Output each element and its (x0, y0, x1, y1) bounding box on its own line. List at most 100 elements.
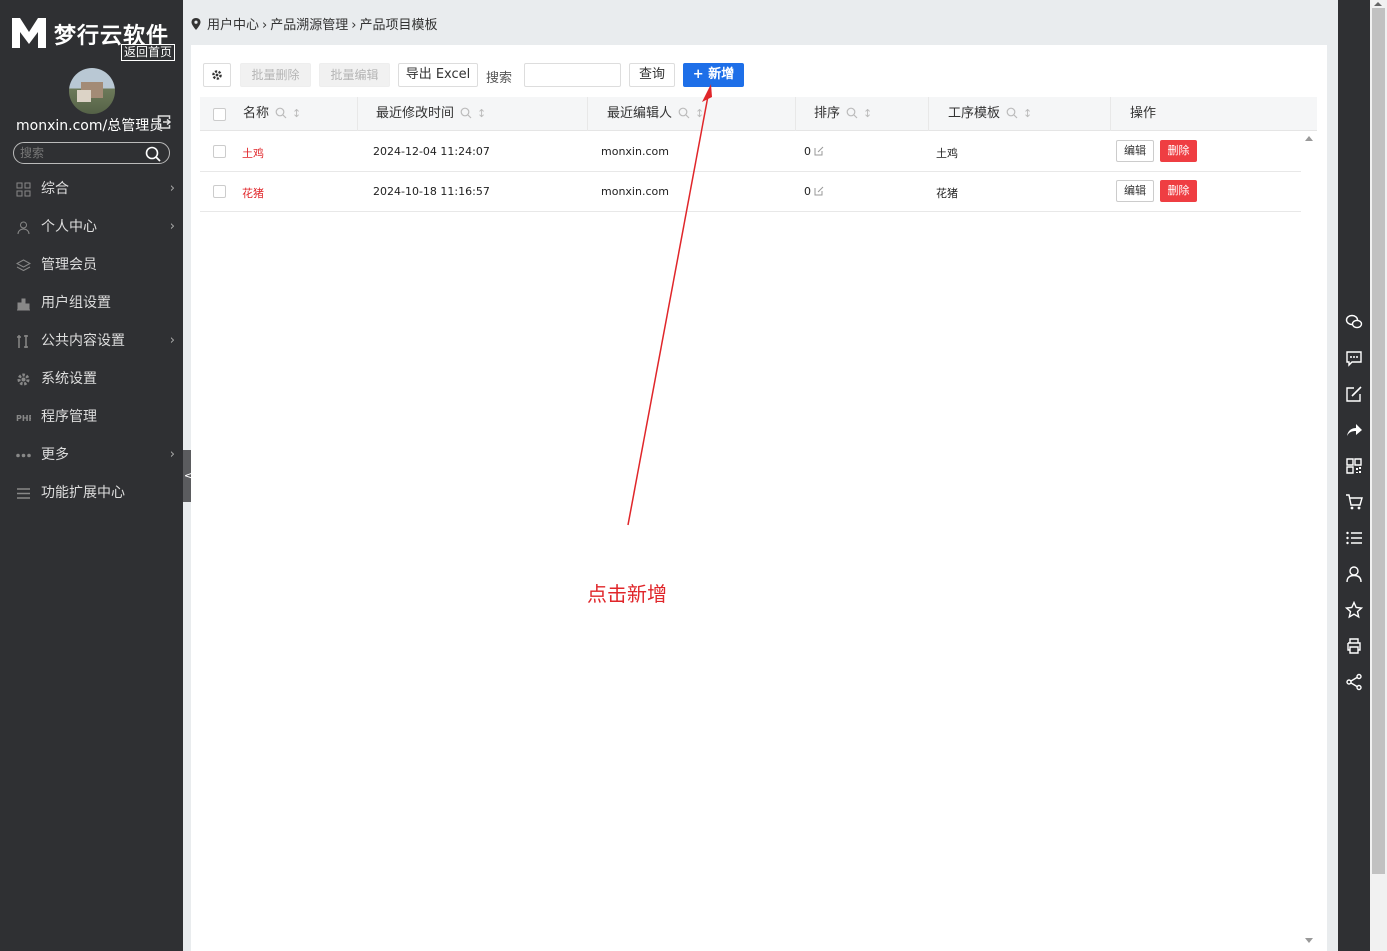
sidebar-item[interactable]: 个人中心 › (0, 208, 183, 246)
logo-m-icon (12, 18, 46, 48)
svg-text:PHP: PHP (16, 414, 31, 423)
scrollbar-thumb[interactable] (1372, 8, 1385, 874)
row-template: 花猪 (936, 187, 958, 200)
delete-button[interactable]: 删除 (1160, 140, 1197, 162)
row-sort[interactable]: 0 (804, 145, 824, 158)
column-name[interactable]: 名称 ↕ (243, 97, 301, 131)
column-template[interactable]: 工序模板 ↕ (948, 97, 1032, 131)
edit-button[interactable]: 编辑 (1116, 140, 1154, 162)
breadcrumb-separator: › (262, 18, 268, 33)
sort-icon[interactable]: ↕ (1023, 97, 1032, 131)
row-name-link[interactable]: 花猪 (242, 185, 264, 201)
edit-icon[interactable] (814, 146, 824, 156)
row-sort[interactable]: 0 (804, 185, 824, 198)
search-input[interactable] (524, 63, 621, 87)
search-icon[interactable] (145, 146, 161, 162)
table-row: 土鸡 2024-12-04 11:24:07 monxin.com 0 土鸡 编辑 删除 (200, 132, 1301, 172)
row-checkbox[interactable] (213, 145, 226, 158)
select-all-checkbox[interactable] (213, 108, 226, 121)
search-icon[interactable] (678, 107, 690, 119)
qrcode-icon[interactable] (1345, 457, 1363, 475)
annotation-text: 点击新增 (587, 582, 667, 606)
delete-button[interactable]: 删除 (1160, 180, 1197, 202)
breadcrumb-trace-management[interactable]: 产品溯源管理 (270, 18, 348, 33)
table-header: 名称 ↕ 最近修改时间 ↕ 最近编辑人 ↕ 排序 ↕ 工序模板 ↕ 操作 (200, 97, 1317, 131)
logo[interactable]: 梦行云软件 返回首页 (10, 14, 176, 62)
breadcrumb-user-center[interactable]: 用户中心 (207, 18, 259, 33)
batch-delete-button[interactable]: 批量删除 (240, 63, 311, 87)
row-checkbox[interactable] (213, 185, 226, 198)
location-pin-icon (191, 18, 201, 30)
sidebar-item-label: 个人中心 (41, 219, 97, 235)
php-icon: PHP (16, 414, 31, 423)
sidebar-item[interactable]: 更多 › (0, 436, 183, 474)
row-name-link[interactable]: 土鸡 (242, 145, 264, 161)
user-icon[interactable] (1345, 565, 1363, 583)
search-icon[interactable] (846, 107, 858, 119)
column-actions: 操作 (1130, 106, 1157, 121)
column-divider (1110, 97, 1111, 131)
sidebar-search-input[interactable] (18, 144, 138, 162)
sidebar-item[interactable]: 功能扩展中心 (0, 474, 183, 512)
home-link[interactable]: 返回首页 (121, 44, 176, 61)
share-icon[interactable] (1345, 673, 1363, 691)
search-icon[interactable] (460, 107, 472, 119)
sidebar-menu: 综合 › 个人中心 › 管理会员用户组设置公共内容设置 › 系统设置 PHP 程序管理更多 › 功能… (0, 170, 183, 512)
sort-icon[interactable]: ↕ (292, 97, 301, 131)
sidebar-item-label: 更多 (41, 447, 69, 463)
search-icon[interactable] (275, 107, 287, 119)
row-editor: monxin.com (601, 185, 669, 198)
chevron-right-icon: › (169, 447, 175, 462)
sidebar-item[interactable]: PHP 程序管理 (0, 398, 183, 436)
edit-button[interactable]: 编辑 (1116, 180, 1154, 202)
sidebar-item-label: 综合 (41, 181, 69, 197)
sort-icon[interactable]: ↕ (477, 97, 486, 131)
column-editor[interactable]: 最近编辑人 ↕ (607, 97, 704, 131)
edit-icon[interactable] (814, 186, 824, 196)
chevron-right-icon: › (169, 333, 175, 348)
sidebar-item[interactable]: 用户组设置 (0, 284, 183, 322)
scroll-down-arrow[interactable] (1305, 938, 1313, 943)
page-scrollbar[interactable] (1370, 0, 1387, 951)
breadcrumb: 用户中心 › 产品溯源管理 › 产品项目模板 (191, 14, 437, 33)
edit-icon[interactable] (1345, 385, 1363, 403)
tools-icon (17, 335, 28, 348)
chevron-right-icon: › (169, 181, 175, 196)
row-modified: 2024-10-18 11:16:57 (373, 185, 490, 198)
sidebar-item-label: 公共内容设置 (41, 333, 125, 349)
row-modified: 2024-12-04 11:24:07 (373, 145, 490, 158)
batch-edit-button[interactable]: 批量编辑 (319, 63, 390, 87)
user-name[interactable]: monxin.com/总管理员 (16, 115, 163, 135)
breadcrumb-separator: › (351, 18, 357, 33)
main-panel: 批量删除 批量编辑 导出 Excel 搜索 查询 + 新增 名称 ↕ 最近修改时间… (191, 45, 1327, 951)
sort-icon[interactable]: ↕ (863, 97, 872, 131)
column-divider (357, 97, 358, 131)
sidebar: 梦行云软件 返回首页 monxin.com/总管理员 综合 › 个人中心 › 管理会员用… (0, 0, 194, 951)
query-button[interactable]: 查询 (629, 63, 675, 87)
search-icon[interactable] (1006, 107, 1018, 119)
sidebar-item[interactable]: 公共内容设置 › (0, 322, 183, 360)
avatar[interactable] (69, 68, 115, 114)
print-icon[interactable] (1345, 637, 1363, 655)
row-sort-value: 0 (804, 145, 811, 158)
star-icon[interactable] (1345, 601, 1363, 619)
column-sort[interactable]: 排序 ↕ (814, 97, 872, 131)
export-excel-button[interactable]: 导出 Excel (398, 63, 478, 87)
add-button[interactable]: + 新增 (683, 63, 744, 87)
settings-button[interactable] (203, 63, 231, 87)
list-icon[interactable] (1345, 529, 1363, 547)
scroll-up-arrow[interactable] (1305, 136, 1313, 141)
share-arrow-icon[interactable] (1345, 421, 1363, 439)
wechat-icon[interactable] (1345, 313, 1363, 331)
sidebar-item[interactable]: 综合 › (0, 170, 183, 208)
table-scrollbar[interactable] (1301, 132, 1317, 951)
sort-icon[interactable]: ↕ (695, 97, 704, 131)
sidebar-item[interactable]: 系统设置 (0, 360, 183, 398)
message-icon[interactable] (1345, 349, 1363, 367)
logout-icon[interactable] (157, 115, 171, 129)
column-modified[interactable]: 最近修改时间 ↕ (376, 97, 486, 131)
column-divider (928, 97, 929, 131)
scroll-up-arrow[interactable] (1374, 2, 1382, 6)
sidebar-item[interactable]: 管理会员 (0, 246, 183, 284)
cart-icon[interactable] (1345, 493, 1363, 511)
